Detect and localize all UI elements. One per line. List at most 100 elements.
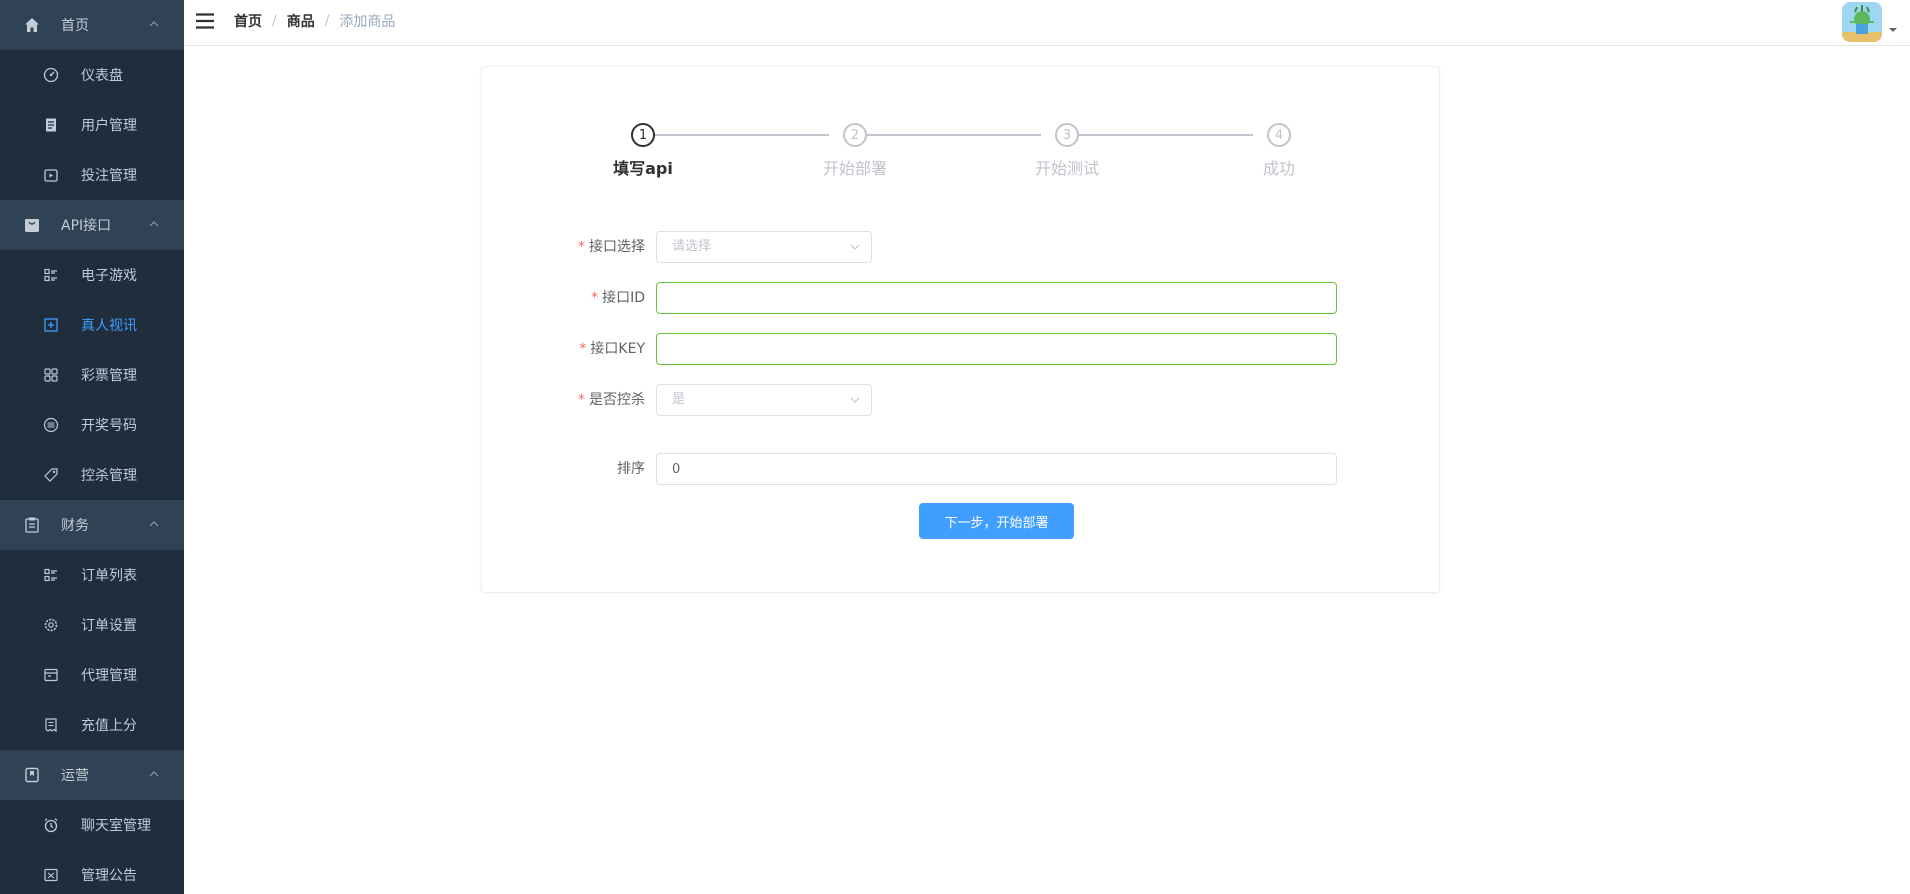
sidebar-item-label: 开奖号码 — [81, 418, 137, 434]
sidebar-item-dashboard[interactable]: 仪表盘 — [0, 50, 184, 100]
sidebar-item-label: 用户管理 — [81, 118, 137, 134]
api-id-input[interactable] — [656, 282, 1337, 314]
breadcrumb-separator: / — [272, 13, 277, 29]
sort-input[interactable] — [656, 453, 1337, 485]
sidebar-item-label: 管理公告 — [81, 868, 137, 884]
sidebar-item-label: 投注管理 — [81, 168, 137, 184]
home-icon — [23, 16, 41, 34]
sidebar-item-chatroom[interactable]: 聊天室管理 — [0, 800, 184, 850]
chevron-up-icon — [149, 21, 159, 27]
caret-down-icon[interactable] — [1888, 26, 1898, 34]
sidebar-item-label: 订单设置 — [81, 618, 137, 634]
step-2-circle: 2 — [843, 123, 867, 147]
steps: 1 2 3 4 填写api 开始部署 开始测试 成功 — [482, 67, 1441, 187]
sidebar-item-notices[interactable]: 管理公告 — [0, 850, 184, 894]
lines-circle-icon — [43, 417, 59, 433]
chevron-up-icon — [149, 521, 159, 527]
alarm-clock-icon — [43, 817, 59, 833]
kill-control-label: * 是否控杀 — [578, 392, 645, 408]
play-box-icon — [43, 167, 59, 183]
sidebar-group-finance[interactable]: 财务 — [0, 500, 184, 550]
bookmark-icon — [23, 766, 41, 784]
chevron-down-icon — [850, 397, 860, 403]
list-icon — [43, 567, 59, 583]
sidebar-item-label: 控杀管理 — [81, 468, 137, 484]
step-3-title: 开始测试 — [1034, 159, 1099, 178]
sidebar-item-label: 彩票管理 — [81, 368, 137, 384]
plus-box-icon — [43, 317, 59, 333]
sidebar-item-order-settings[interactable]: 订单设置 — [0, 600, 184, 650]
api-select-placeholder: 请选择 — [672, 239, 712, 254]
sidebar-item-draw-numbers[interactable]: 开奖号码 — [0, 400, 184, 450]
api-select-dropdown[interactable]: 请选择 — [656, 231, 872, 263]
api-id-label: * 接口ID — [591, 290, 645, 306]
step-4-title: 成功 — [1262, 159, 1295, 178]
step-3-circle: 3 — [1055, 123, 1079, 147]
sidebar-group-title: 首页 — [61, 18, 89, 34]
add-product-card: 1 2 3 4 填写api 开始部署 开始测试 成功 * 接口选择 请选择 * 接口… — [481, 66, 1440, 593]
card-icon — [43, 667, 59, 683]
dashboard-icon — [43, 67, 59, 83]
avatar[interactable] — [1842, 2, 1882, 42]
chevron-up-icon — [149, 771, 159, 777]
form-row-kill-control: * 是否控杀 是 — [482, 384, 1441, 416]
sidebar-item-electronic-games[interactable]: 电子游戏 — [0, 250, 184, 300]
chevron-down-icon — [850, 244, 860, 250]
breadcrumb-goods[interactable]: 商品 — [287, 11, 315, 31]
breadcrumb-current: 添加商品 — [339, 14, 396, 30]
document-icon — [43, 117, 59, 133]
breadcrumb-separator: / — [324, 13, 330, 29]
list-icon — [43, 267, 59, 283]
required-asterisk: * — [579, 341, 587, 357]
step-connector — [643, 134, 829, 136]
step-2-title: 开始部署 — [822, 159, 887, 178]
sidebar-item-agent-management[interactable]: 代理管理 — [0, 650, 184, 700]
next-step-button[interactable]: 下一步，开始部署 — [919, 503, 1074, 539]
sidebar-group-title: 运营 — [61, 768, 89, 784]
step-4-circle: 4 — [1267, 123, 1291, 147]
sidebar-item-order-list[interactable]: 订单列表 — [0, 550, 184, 600]
sidebar-group-operations[interactable]: 运营 — [0, 750, 184, 800]
sidebar-item-recharge[interactable]: 充值上分 — [0, 700, 184, 750]
sidebar-item-label: 真人视讯 — [81, 318, 137, 334]
form-row-sort: 排序 — [482, 453, 1441, 485]
api-key-input[interactable] — [656, 333, 1337, 365]
sidebar-item-user-management[interactable]: 用户管理 — [0, 100, 184, 150]
top-navbar: 首页 / 商品 / 添加商品 — [184, 0, 1910, 46]
kill-control-value: 是 — [672, 392, 686, 407]
sidebar-item-label: 仪表盘 — [81, 68, 123, 84]
step-1-title: 填写api — [613, 159, 673, 178]
required-asterisk: * — [578, 392, 585, 408]
sidebar-item-label: 订单列表 — [81, 568, 137, 584]
step-1-circle: 1 — [631, 123, 655, 147]
api-select-label: * 接口选择 — [578, 239, 645, 255]
app-root: 首页 仪表盘 用户管理 投注管理 API接口 电子游戏 真人视讯 彩票管理 开奖… — [0, 0, 1910, 894]
chevron-up-icon — [149, 221, 159, 227]
sidebar-group-api[interactable]: API接口 — [0, 200, 184, 250]
required-asterisk: * — [578, 239, 585, 255]
sidebar-item-bet-management[interactable]: 投注管理 — [0, 150, 184, 200]
sidebar: 首页 仪表盘 用户管理 投注管理 API接口 电子游戏 真人视讯 彩票管理 开奖… — [0, 0, 184, 894]
breadcrumb-home[interactable]: 首页 — [234, 11, 262, 31]
required-asterisk: * — [591, 290, 599, 306]
sidebar-item-kill-control[interactable]: 控杀管理 — [0, 450, 184, 500]
receipt-icon — [43, 717, 59, 733]
step-connector — [1067, 134, 1253, 136]
notice-icon — [43, 867, 59, 883]
sidebar-item-label: 代理管理 — [81, 668, 137, 684]
sidebar-group-home[interactable]: 首页 — [0, 0, 184, 50]
sidebar-item-label: 聊天室管理 — [81, 818, 151, 834]
breadcrumb: 首页 / 商品 / 添加商品 — [234, 0, 395, 42]
clipboard-icon — [23, 516, 41, 534]
api-key-label: * 接口KEY — [579, 341, 645, 357]
hamburger-menu-icon[interactable] — [194, 10, 216, 32]
gear-icon — [43, 617, 59, 633]
sidebar-item-label: 充值上分 — [81, 718, 137, 734]
form-row-api-select: * 接口选择 请选择 — [482, 231, 1441, 263]
form-row-api-id: * 接口ID — [482, 282, 1441, 314]
sidebar-item-live-video[interactable]: 真人视讯 — [0, 300, 184, 350]
tag-icon — [43, 467, 59, 483]
kill-control-select[interactable]: 是 — [656, 384, 872, 416]
step-connector — [855, 134, 1041, 136]
sidebar-item-lottery-management[interactable]: 彩票管理 — [0, 350, 184, 400]
